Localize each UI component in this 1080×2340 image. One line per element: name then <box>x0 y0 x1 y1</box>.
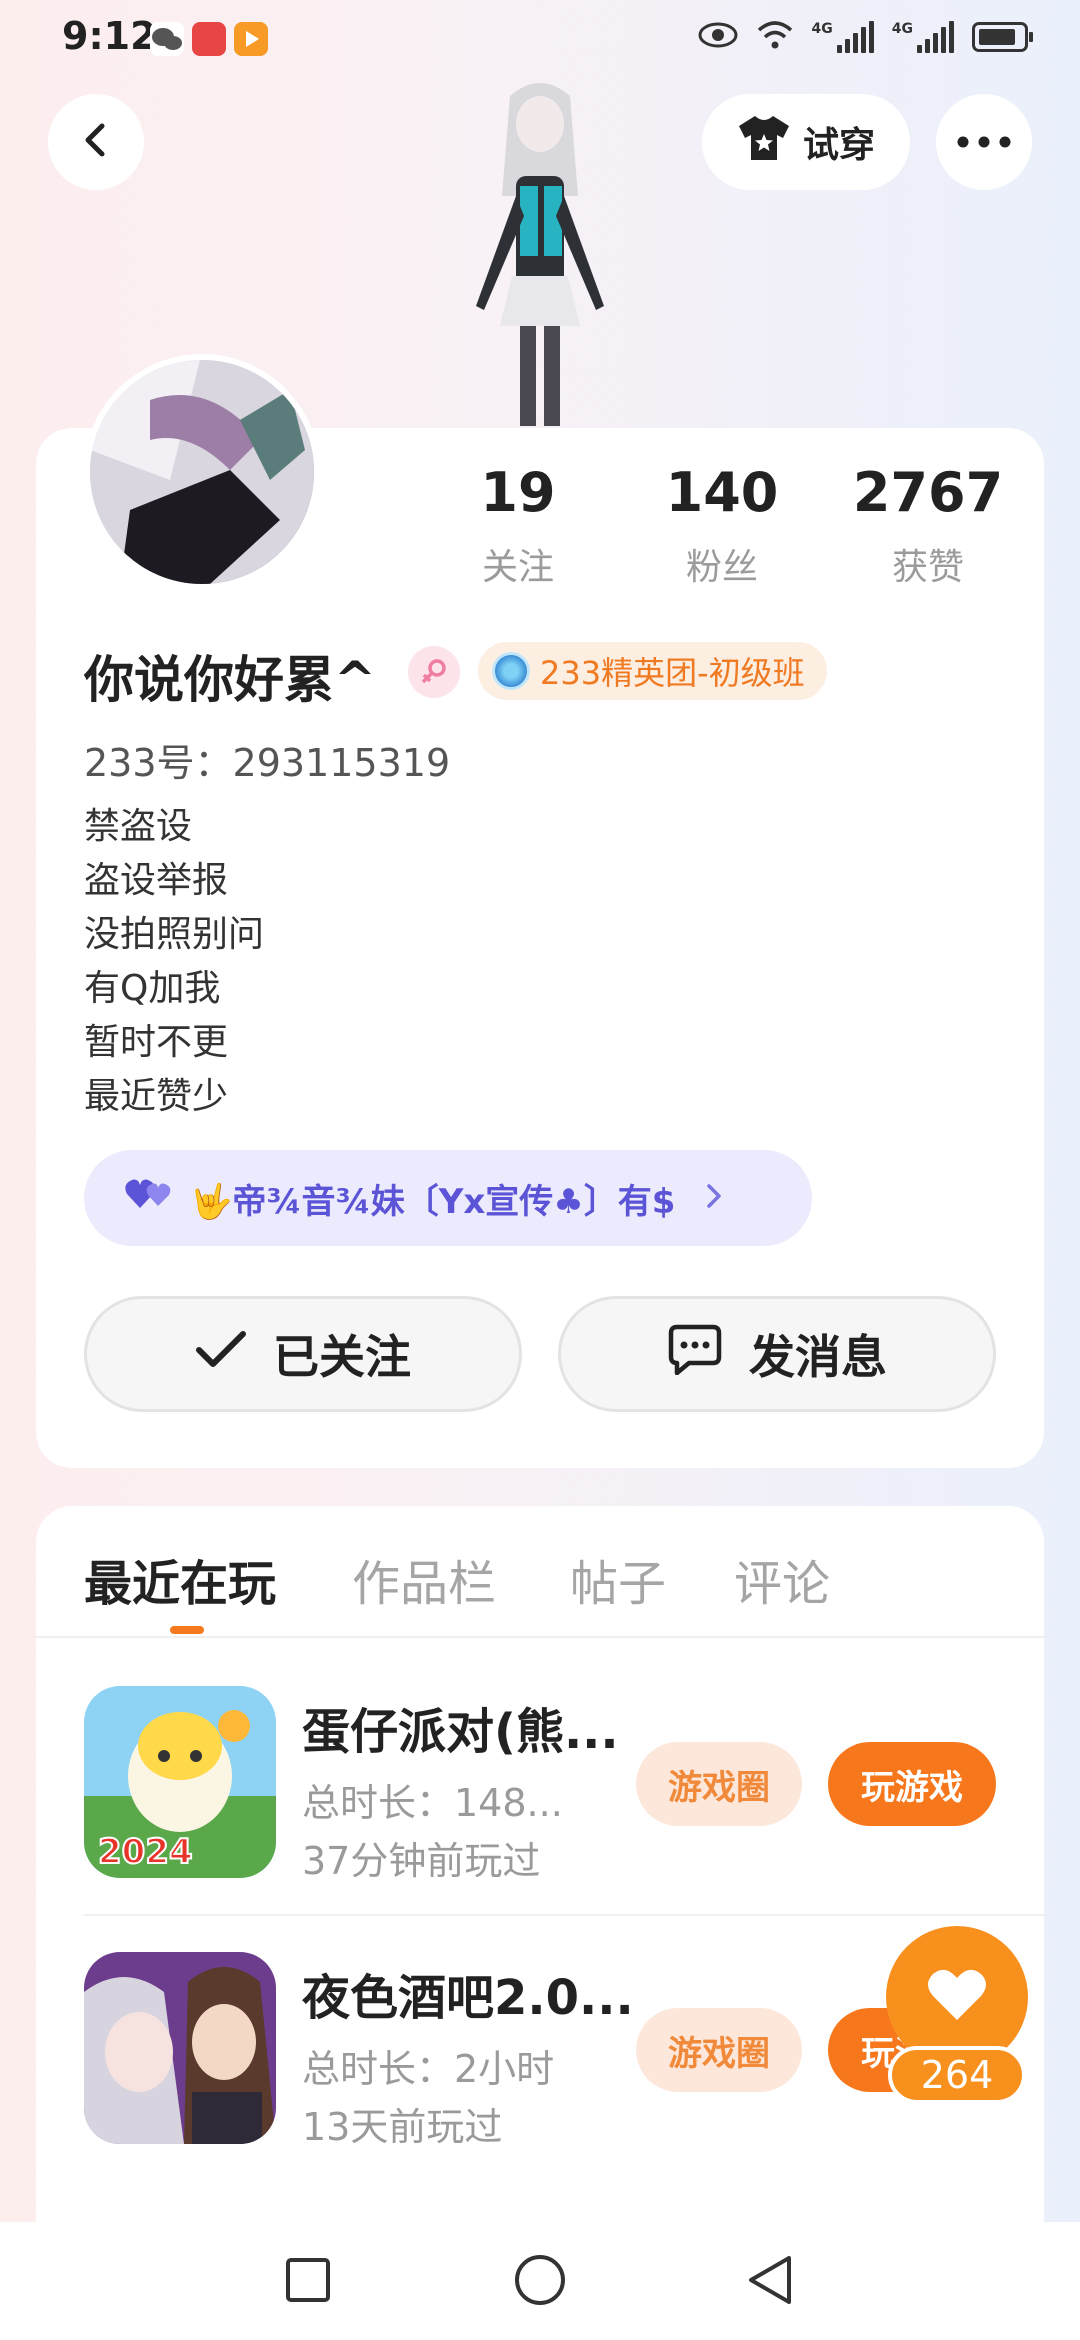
wifi-icon <box>756 20 794 54</box>
signal-2-icon: 4G <box>892 21 954 53</box>
rank-medal-icon <box>492 652 530 690</box>
tab-works[interactable]: 作品栏 <box>352 1544 496 1614</box>
bio-line: 暂时不更 <box>84 1022 229 1063</box>
rank-badge[interactable]: 233精英团-初级班 <box>478 642 827 700</box>
game-last-played: 37分钟前玩过 <box>302 1839 541 1883</box>
battery-icon <box>972 22 1033 52</box>
game-icon-year: 2024 <box>97 1831 194 1873</box>
bio-line: 最近赞少 <box>84 1076 229 1117</box>
tshirt-icon <box>737 114 791 171</box>
hearts-icon <box>124 1176 176 1221</box>
game-row[interactable]: 2024 蛋仔派对(熊... 总时长：148... 37分钟前玩过 游戏圈 玩游… <box>84 1686 1044 1886</box>
likes-count: 2767 <box>852 461 1004 524</box>
heart-icon <box>925 1966 989 2028</box>
row-divider <box>84 1914 1044 1916</box>
message-label: 发消息 <box>749 1330 887 1384</box>
rank-badge-label: 233精英团-初级班 <box>540 654 805 692</box>
message-button[interactable]: 发消息 <box>558 1296 996 1412</box>
network-type-1: 4G <box>811 21 833 37</box>
bio-line: 盗设举报 <box>84 860 229 901</box>
chevron-left-icon <box>76 120 116 164</box>
tryon-label: 试穿 <box>802 125 875 166</box>
huawei-app-icon <box>192 22 226 56</box>
game-icon-eggy-party: 2024 <box>84 1686 276 1878</box>
avatar[interactable] <box>84 354 320 590</box>
signal-1-icon: 4G <box>812 21 874 53</box>
bio-line: 禁盗设 <box>84 806 193 847</box>
bio-line: 没拍照别问 <box>84 914 265 955</box>
following-count: 19 <box>480 461 556 524</box>
group-label: 🤟帝¾音¾妹〔Yx宣传♣〕有$ <box>190 1181 676 1222</box>
following-label: 关注 <box>481 547 554 588</box>
tab-comments[interactable]: 评论 <box>734 1544 830 1614</box>
game-title: 夜色酒吧2.0... <box>302 1970 634 2026</box>
game-last-played: 13天前玩过 <box>302 2105 503 2149</box>
back-nav-button[interactable] <box>740 2252 800 2312</box>
more-dots-icon <box>957 133 1011 152</box>
username: 你说你好累^ <box>84 651 376 709</box>
tab-recently-played[interactable]: 最近在玩 <box>84 1544 276 1614</box>
bio: 禁盗设 盗设举报 没拍照别问 有Q加我 暂时不更 最近赞少 <box>84 800 264 1124</box>
active-tab-indicator <box>170 1626 204 1634</box>
wechat-icon <box>150 22 184 56</box>
recents-button[interactable] <box>278 2252 338 2312</box>
game-icon-night-bar <box>84 1952 276 2144</box>
tryon-button[interactable]: 试穿 <box>702 94 910 190</box>
group-link[interactable]: 🤟帝¾音¾妹〔Yx宣传♣〕有$ <box>84 1150 812 1246</box>
tab-posts[interactable]: 帖子 <box>570 1544 666 1614</box>
game-duration: 总时长：148... <box>302 1781 563 1825</box>
stat-likes[interactable]: 2767 获赞 <box>828 466 1028 590</box>
more-button[interactable] <box>936 94 1032 190</box>
network-type-2: 4G <box>891 21 913 37</box>
game-duration: 总时长：2小时 <box>302 2047 555 2091</box>
triangle-back-icon <box>745 2254 795 2310</box>
square-icon <box>284 2256 332 2308</box>
follow-button[interactable]: 已关注 <box>84 1296 522 1412</box>
bio-line: 有Q加我 <box>84 968 221 1009</box>
video-app-icon <box>234 22 268 56</box>
stat-followers[interactable]: 140 粉丝 <box>622 466 822 590</box>
play-game-button[interactable]: 玩游戏 <box>828 1742 996 1826</box>
like-count: 264 <box>888 2046 1026 2104</box>
follow-label: 已关注 <box>273 1330 411 1384</box>
followers-count: 140 <box>665 461 779 524</box>
avatar-figure[interactable] <box>440 76 640 426</box>
eye-icon <box>698 21 738 53</box>
back-button[interactable] <box>48 94 144 190</box>
game-circle-button[interactable]: 游戏圈 <box>636 2008 802 2092</box>
likes-label: 获赞 <box>891 547 964 588</box>
status-bar: 9:12 4G 4G <box>0 0 1080 80</box>
game-title: 蛋仔派对(熊... <box>302 1704 619 1760</box>
home-button[interactable] <box>510 2252 570 2312</box>
stat-following[interactable]: 19 关注 <box>418 466 618 590</box>
female-gender-icon <box>408 646 460 698</box>
tab-divider <box>36 1636 1044 1638</box>
checkmark-icon <box>195 1327 247 1381</box>
game-circle-button[interactable]: 游戏圈 <box>636 1742 802 1826</box>
chat-bubble-icon <box>667 1323 723 1386</box>
followers-label: 粉丝 <box>685 547 758 588</box>
chevron-right-icon <box>705 1178 723 1218</box>
status-time: 9:12 <box>62 14 157 58</box>
circle-icon <box>513 2253 567 2311</box>
status-icons: 4G 4G <box>698 20 1033 54</box>
user-id: 233号：293115319 <box>84 741 451 785</box>
system-nav-bar <box>0 2222 1080 2340</box>
